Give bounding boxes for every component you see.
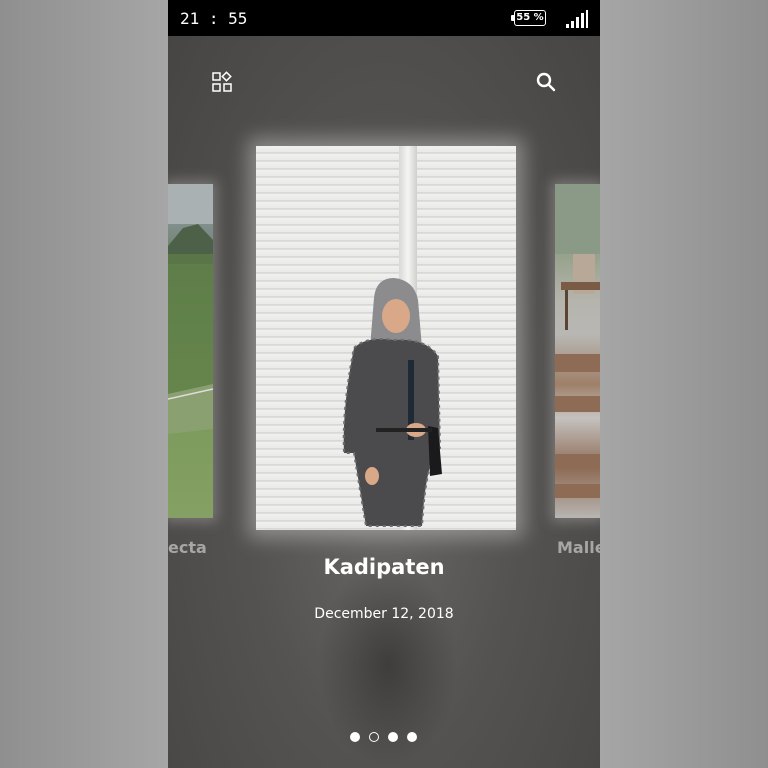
page-dot-1[interactable] xyxy=(350,732,360,742)
background-left xyxy=(0,0,168,768)
photo-card-prev[interactable] xyxy=(168,184,213,518)
status-bar: 21 : 55 55 % xyxy=(168,0,600,36)
card-title-current: Kadipaten xyxy=(323,555,445,579)
battery-indicator: 55 % xyxy=(511,10,546,26)
photo-card-next[interactable] xyxy=(555,184,600,518)
widgets-icon[interactable] xyxy=(210,70,234,94)
signal-icon xyxy=(566,10,588,28)
page-dot-3[interactable] xyxy=(388,732,398,742)
card-date: December 12, 2018 xyxy=(314,606,454,622)
page-dot-4[interactable] xyxy=(407,732,417,742)
person-photo xyxy=(342,278,442,527)
background-right xyxy=(600,0,768,768)
phone-screen: 21 : 55 55 % ecta Mall Kadipaten Decembe… xyxy=(168,0,600,768)
status-time: 21 : 55 xyxy=(180,9,248,28)
search-icon[interactable] xyxy=(534,70,558,94)
pagination-dots xyxy=(350,732,430,744)
photo-card-current[interactable] xyxy=(256,146,516,530)
page-dot-2[interactable] xyxy=(369,732,379,742)
